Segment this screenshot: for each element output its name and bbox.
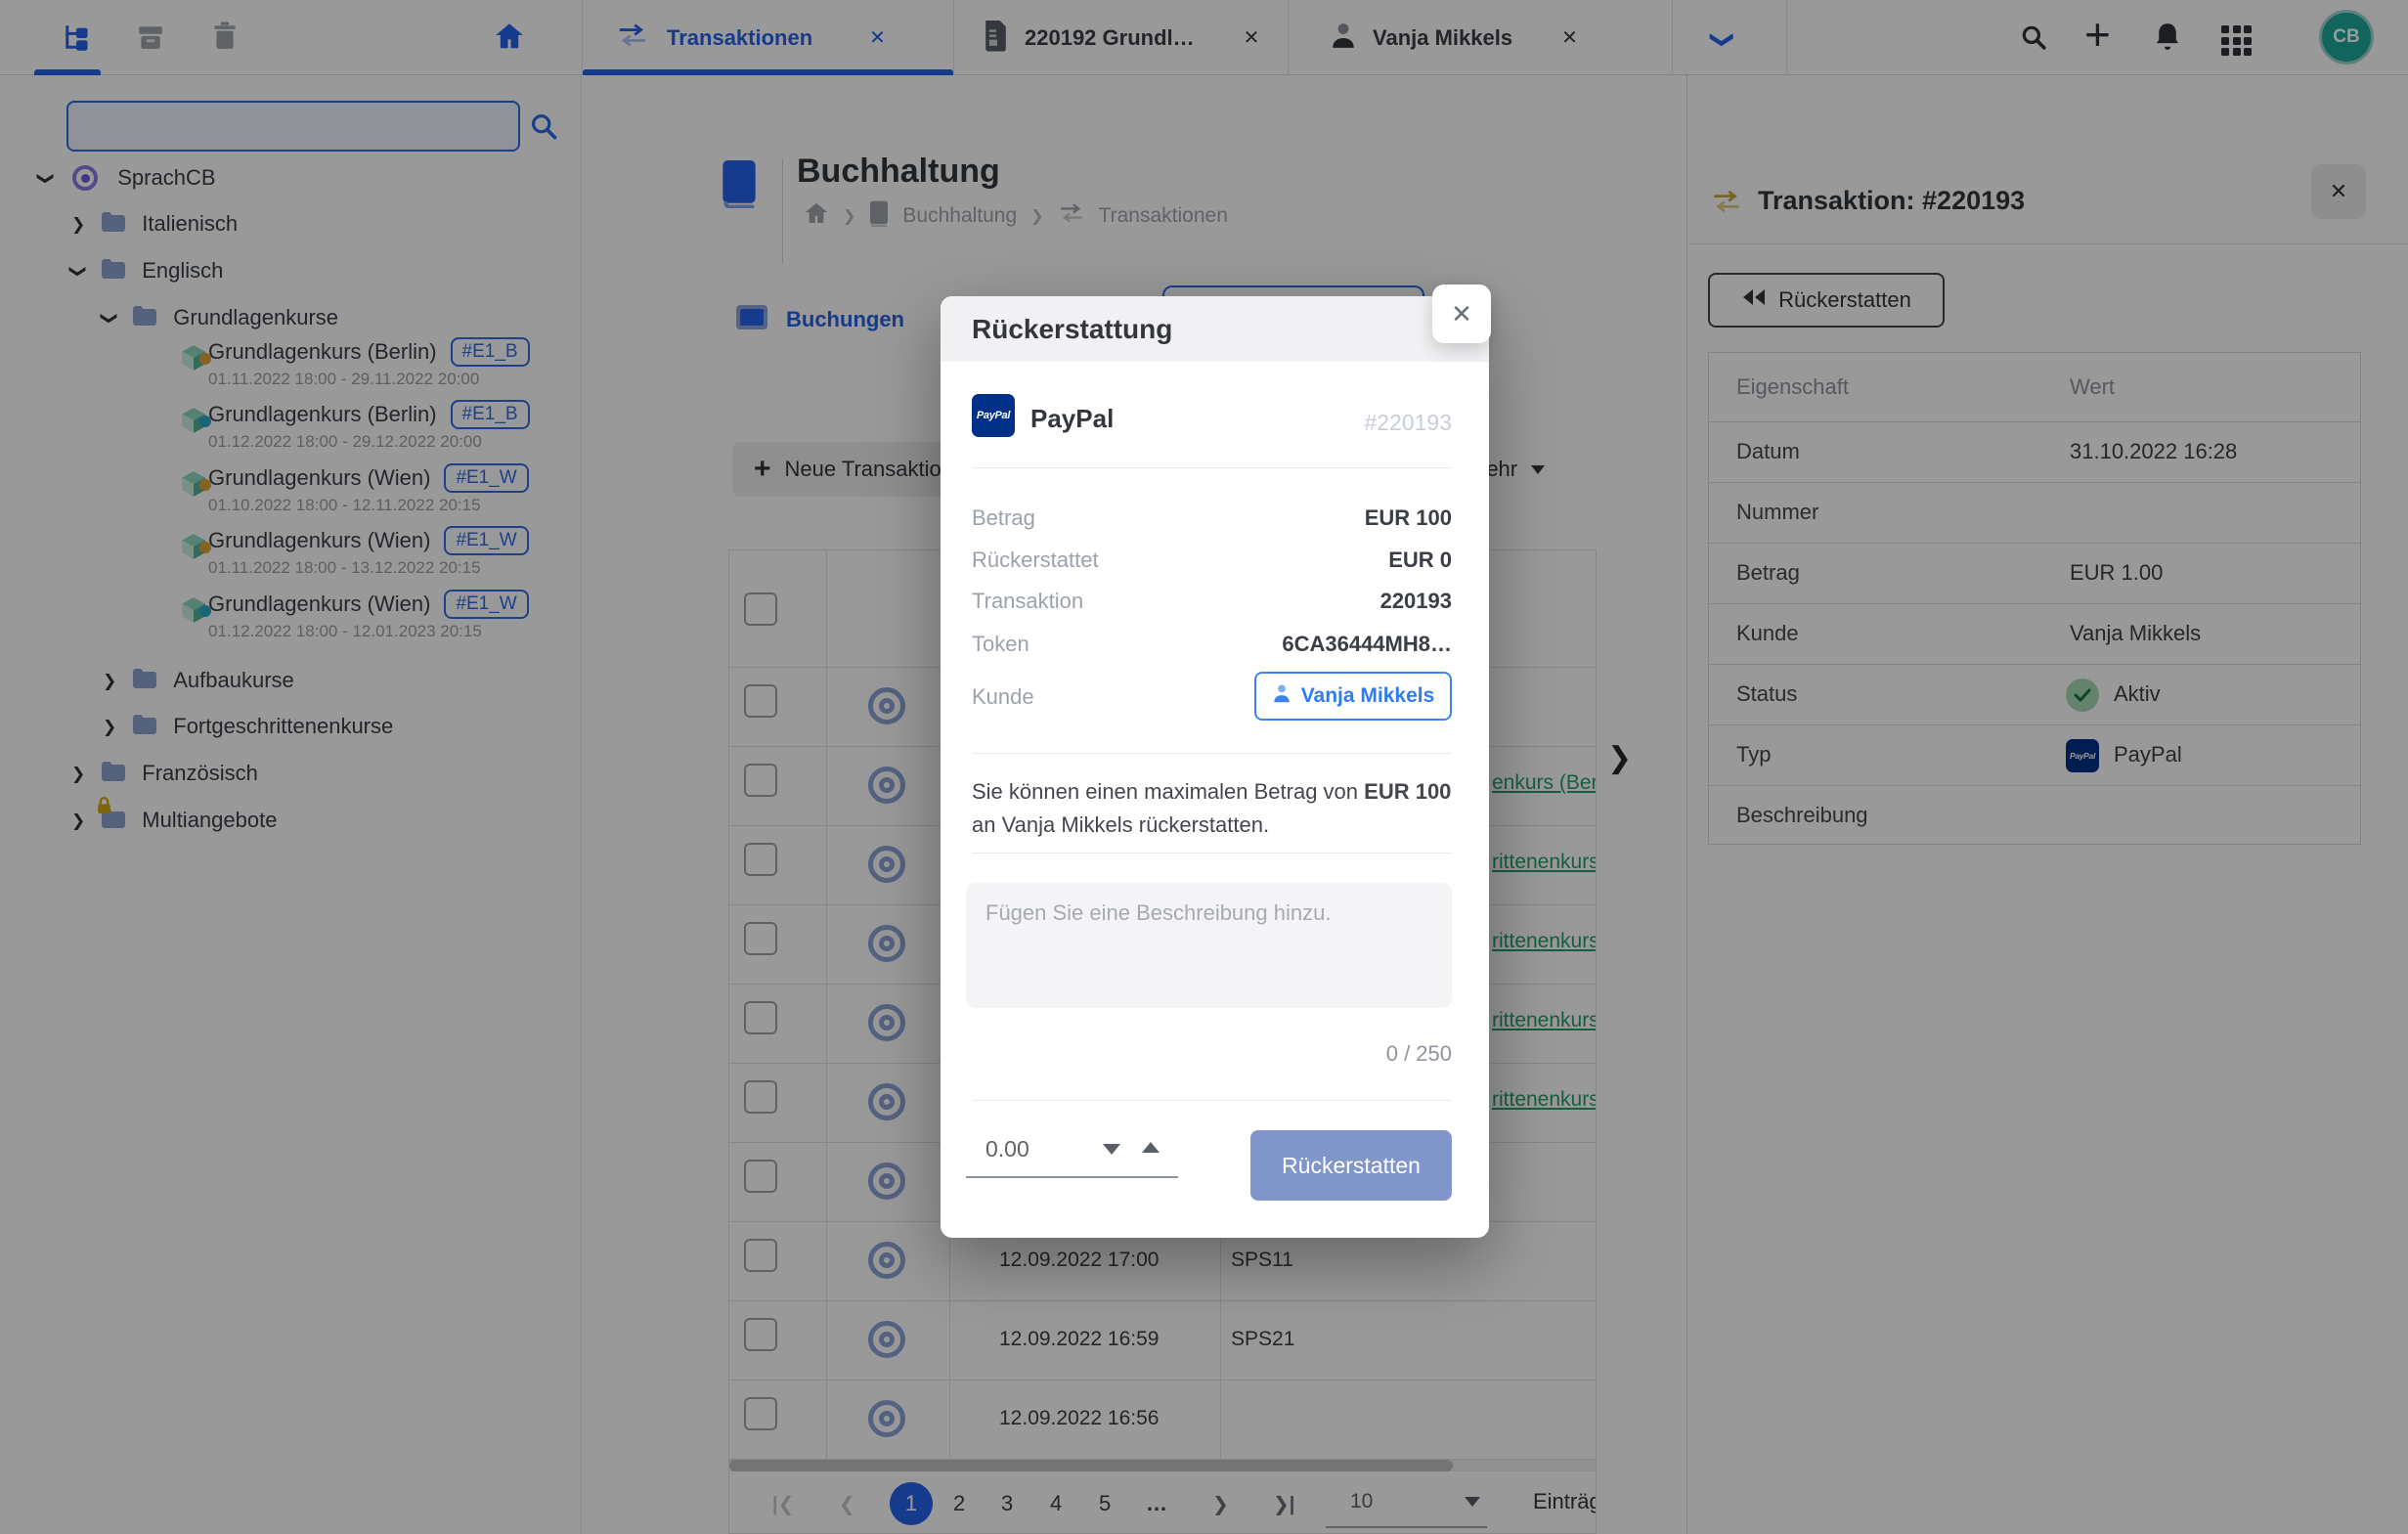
- refund-modal: Rückerstattung ✕ PayPal PayPal #220193 B…: [941, 296, 1489, 1238]
- person-icon: [1272, 683, 1292, 709]
- amount-input[interactable]: [966, 1122, 1083, 1162]
- button-label: Vanja Mikkels: [1301, 684, 1435, 708]
- increase-icon[interactable]: [1142, 1142, 1160, 1153]
- transaction-reference: #220193: [1364, 410, 1452, 436]
- amount-field[interactable]: [966, 1122, 1178, 1178]
- field-value: 6CA36444MH8…: [1282, 632, 1452, 657]
- decrease-icon[interactable]: [1103, 1144, 1120, 1155]
- field-value: EUR 100: [1365, 505, 1452, 531]
- close-modal-icon[interactable]: ✕: [1432, 285, 1491, 343]
- char-counter: 0 / 250: [1386, 1041, 1452, 1067]
- divider: [972, 467, 1452, 468]
- divider: [972, 853, 1452, 854]
- field-value: EUR 0: [1388, 548, 1452, 573]
- customer-button[interactable]: Vanja Mikkels: [1254, 672, 1452, 721]
- refund-submit-button[interactable]: Rückerstatten: [1250, 1130, 1452, 1201]
- field-label: Token: [972, 632, 1029, 657]
- provider-name: PayPal: [1030, 404, 1114, 434]
- refund-note: Sie können einen maximalen Betrag von EU…: [972, 775, 1452, 842]
- paypal-icon: PayPal: [972, 394, 1015, 437]
- divider: [972, 1100, 1452, 1101]
- modal-title: Rückerstattung: [941, 296, 1489, 362]
- field-label: Rückerstattet: [972, 548, 1099, 573]
- divider: [972, 753, 1452, 754]
- field-value: 220193: [1380, 589, 1452, 614]
- description-textarea[interactable]: [966, 883, 1452, 1008]
- field-label: Betrag: [972, 505, 1035, 531]
- customer-label: Kunde: [972, 684, 1034, 710]
- field-label: Transaktion: [972, 589, 1083, 614]
